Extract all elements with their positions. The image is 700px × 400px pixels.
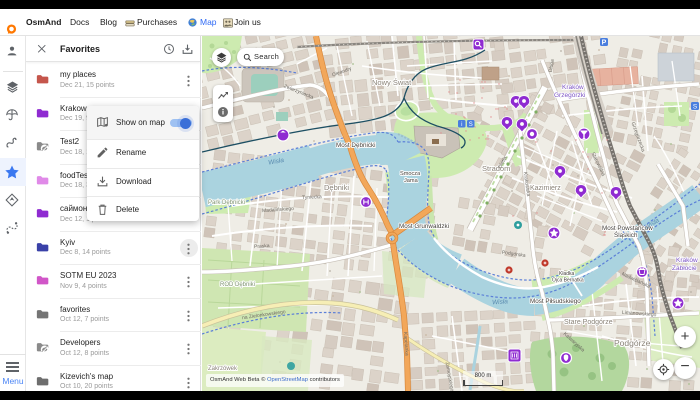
svg-text:Jama: Jama — [404, 178, 419, 184]
svg-text:Praska: Praska — [254, 243, 270, 250]
svg-text:S: S — [469, 122, 473, 128]
svg-text:Stradom: Stradom — [482, 164, 510, 173]
svg-text:Most Grunwaldzki: Most Grunwaldzki — [399, 223, 449, 230]
svg-text:Podgórze: Podgórze — [614, 338, 651, 348]
svg-text:Kraków: Kraków — [676, 257, 698, 264]
svg-text:Grzegórzki: Grzegórzki — [554, 92, 585, 99]
svg-text:Kładka: Kładka — [559, 271, 575, 277]
svg-text:i: i — [461, 122, 462, 128]
svg-text:Śląskich: Śląskich — [614, 230, 638, 239]
svg-text:Stare Podgórze: Stare Podgórze — [564, 319, 613, 326]
svg-text:ROD Dębniki: ROD Dębniki — [220, 282, 255, 288]
svg-text:Kazimierz: Kazimierz — [530, 185, 561, 192]
svg-text:Dębniki: Dębniki — [324, 183, 349, 192]
svg-text:S: S — [693, 104, 698, 111]
svg-text:Tyniecka: Tyniecka — [302, 194, 322, 201]
svg-text:Wisła: Wisła — [492, 298, 509, 306]
svg-text:Kraków: Kraków — [562, 84, 584, 91]
svg-text:Ojca Bernatka: Ojca Bernatka — [552, 278, 584, 284]
svg-text:Most Piłsudskiego: Most Piłsudskiego — [530, 298, 581, 305]
svg-text:Zabłocie: Zabłocie — [672, 265, 697, 272]
svg-text:Zakrzówek: Zakrzówek — [208, 366, 238, 372]
svg-text:Smocza: Smocza — [400, 171, 421, 177]
svg-text:Nowy Świat: Nowy Świat — [372, 78, 412, 87]
svg-text:Most Dębnicki: Most Dębnicki — [336, 142, 376, 149]
svg-text:P: P — [602, 40, 607, 47]
svg-text:Park Dębnicki: Park Dębnicki — [208, 200, 245, 206]
